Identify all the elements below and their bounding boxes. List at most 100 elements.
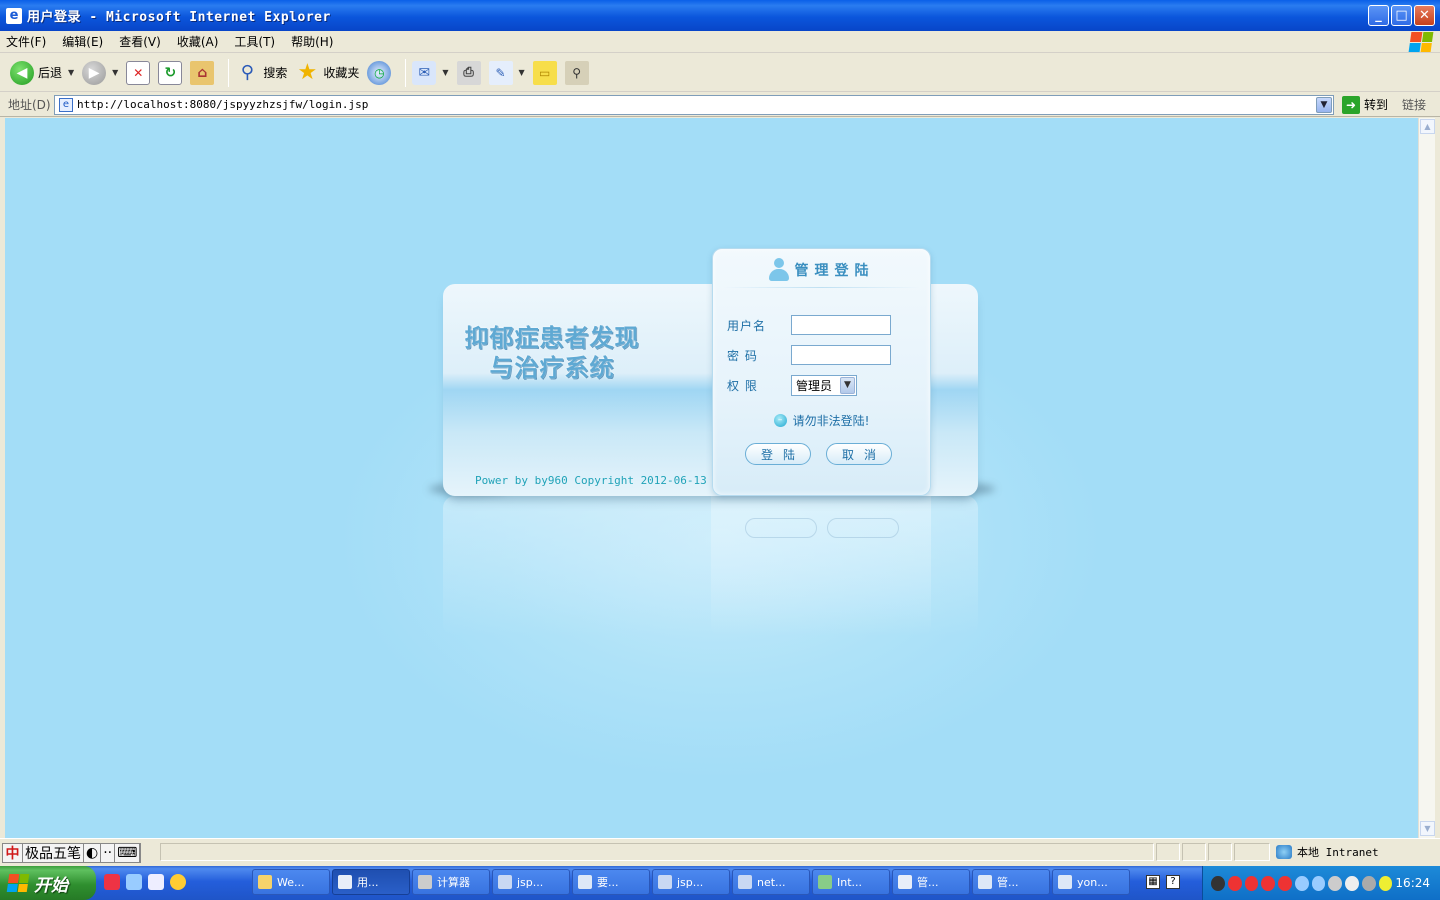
go-button[interactable]: ➜ 转到	[1342, 95, 1389, 114]
print-button[interactable]: ⎙	[456, 58, 481, 88]
title-bar: e 用户登录 - Microsoft Internet Explorer _ □…	[0, 0, 1440, 31]
word-icon	[658, 875, 672, 889]
edit-button[interactable]: ✎ ▼	[488, 58, 525, 88]
task-label: jsp...	[677, 875, 704, 889]
discuss-button[interactable]: ▭	[532, 58, 557, 88]
login-panel: 管理登陆 用户名 密 码 权 限 管理员 ▼ – 请勿非法登陆! 登陆 取消	[712, 248, 931, 496]
network-icon[interactable]	[1311, 875, 1326, 891]
history-button[interactable]: ◷	[367, 58, 392, 88]
favorites-button[interactable]: ★ 收藏夹	[295, 58, 359, 88]
task-button[interactable]: 管...	[892, 869, 970, 895]
menu-tools[interactable]: 工具(T)	[234, 33, 275, 50]
tray-app-icon[interactable]	[1345, 875, 1359, 891]
window-title: 用户登录 - Microsoft Internet Explorer	[27, 10, 331, 25]
menu-view[interactable]: 查看(V)	[119, 33, 161, 50]
task-button[interactable]: 用...	[332, 869, 410, 895]
task-button[interactable]: 要...	[572, 869, 650, 895]
menu-edit[interactable]: 编辑(E)	[62, 33, 103, 50]
minimize-button[interactable]: _	[1368, 5, 1389, 26]
research-button[interactable]: ⚲	[564, 58, 589, 88]
button-reflection	[827, 518, 899, 538]
mail-dropdown-icon[interactable]: ▼	[442, 68, 448, 77]
stop-button[interactable]: ✕	[126, 58, 151, 88]
task-button[interactable]: jsp...	[652, 869, 730, 895]
role-select[interactable]: 管理员 ▼	[791, 375, 857, 396]
qq-icon[interactable]	[1278, 875, 1292, 891]
menu-file[interactable]: 文件(F)	[6, 33, 46, 50]
quicklaunch-ie-icon[interactable]	[148, 874, 164, 890]
soft-keyboard-icon[interactable]: ⌨	[115, 844, 141, 862]
qq-icon[interactable]	[1244, 875, 1259, 891]
task-button[interactable]: yon...	[1052, 869, 1130, 895]
chevron-down-icon[interactable]: ▼	[840, 377, 855, 394]
volume-icon[interactable]	[1328, 875, 1343, 891]
page-content: 抑郁症患者发现 与治疗系统 Power by by960 Copyright 2…	[5, 118, 1418, 838]
clock[interactable]: 16:24	[1395, 876, 1430, 890]
network-icon[interactable]	[1294, 875, 1309, 891]
task-button[interactable]: We...	[252, 869, 330, 895]
document-icon	[978, 875, 992, 889]
tray-app-icon[interactable]	[1211, 875, 1225, 891]
quicklaunch-app-icon[interactable]	[170, 874, 186, 890]
close-button[interactable]: ✕	[1414, 5, 1435, 26]
task-label: Int...	[837, 875, 863, 889]
warning-text: 请勿非法登陆!	[792, 414, 870, 428]
edit-dropdown-icon[interactable]: ▼	[519, 68, 525, 77]
home-button[interactable]: ⌂	[190, 58, 215, 88]
go-label: 转到	[1364, 98, 1389, 112]
vertical-scrollbar[interactable]: ▲ ▼	[1418, 118, 1435, 838]
tray-add-icon[interactable]	[1378, 875, 1393, 891]
button-reflection	[745, 518, 817, 538]
printer-icon: ⎙	[456, 60, 481, 85]
half-width-icon[interactable]: ◐	[84, 844, 102, 862]
menu-help[interactable]: 帮助(H)	[291, 33, 333, 50]
quicklaunch-app-icon[interactable]	[126, 874, 142, 890]
address-dropdown-icon[interactable]: ▼	[1316, 96, 1332, 113]
task-label: 要...	[597, 876, 619, 889]
maximize-button[interactable]: □	[1391, 5, 1412, 26]
quicklaunch-app-icon[interactable]	[104, 874, 120, 890]
start-label: 开始	[34, 875, 68, 896]
login-button[interactable]: 登陆	[745, 443, 811, 465]
ime-name[interactable]: 极品五笔	[23, 844, 84, 862]
punctuation-icon[interactable]: ··	[101, 844, 116, 862]
links-button[interactable]: 链接	[1402, 96, 1426, 113]
toolbar: ◀ 后退 ▼ ▶ ▼ ✕ ↻ ⌂ ⚲ 搜索 ★ 收藏夹 ◷ ✉ ▼ ⎙ ✎ ▼ …	[0, 54, 1440, 92]
help-icon[interactable]: ?	[1166, 875, 1180, 889]
role-label: 权 限	[727, 379, 758, 393]
forward-dropdown-icon[interactable]: ▼	[112, 68, 118, 77]
warning-message: – 请勿非法登陆!	[713, 412, 930, 429]
menu-favorites[interactable]: 收藏(A)	[177, 33, 219, 50]
back-button[interactable]: ◀ 后退 ▼	[10, 58, 74, 88]
qq-icon[interactable]	[1227, 875, 1242, 891]
keyboard-icon[interactable]: ▦	[1146, 875, 1160, 889]
mail-button[interactable]: ✉ ▼	[412, 58, 449, 88]
stop-icon: ✕	[126, 60, 151, 85]
address-input[interactable]: e http://localhost:8080/jspyyzhzsjfw/log…	[54, 94, 1334, 115]
cancel-button[interactable]: 取消	[826, 443, 892, 465]
address-url[interactable]: http://localhost:8080/jspyyzhzsjfw/login…	[77, 98, 368, 111]
tray-app-icon[interactable]	[1361, 875, 1376, 891]
scroll-up-icon[interactable]: ▲	[1420, 119, 1435, 134]
qq-icon[interactable]	[1261, 875, 1276, 891]
forward-button[interactable]: ▶ ▼	[82, 58, 118, 88]
ime-logo-icon[interactable]: 中	[3, 844, 23, 862]
task-button[interactable]: Int...	[812, 869, 890, 895]
password-input[interactable]	[791, 345, 891, 365]
task-button[interactable]: jsp...	[492, 869, 570, 895]
start-button[interactable]: 开始	[0, 866, 96, 900]
divider	[723, 287, 920, 288]
task-button[interactable]: 管...	[972, 869, 1050, 895]
task-button[interactable]: 计算器	[412, 869, 490, 895]
search-button[interactable]: ⚲ 搜索	[235, 58, 288, 88]
ime-toolbar[interactable]: 中 极品五笔 ◐ ·· ⌨	[2, 843, 142, 863]
address-bar: 地址(D) e http://localhost:8080/jspyyzhzsj…	[0, 93, 1440, 117]
scroll-down-icon[interactable]: ▼	[1420, 821, 1435, 836]
username-input[interactable]	[791, 315, 891, 335]
refresh-button[interactable]: ↻	[158, 58, 183, 88]
back-dropdown-icon[interactable]: ▼	[68, 68, 74, 77]
note-icon: ▭	[532, 60, 557, 85]
task-button[interactable]: net...	[732, 869, 810, 895]
password-label: 密 码	[727, 348, 758, 363]
page-icon: e	[59, 97, 73, 112]
